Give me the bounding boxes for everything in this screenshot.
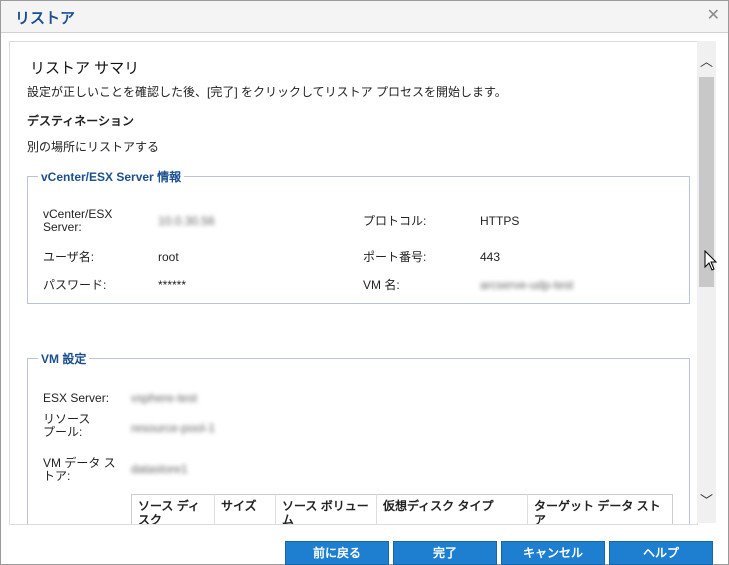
vcenter-server-label: vCenter/ESX Server: xyxy=(43,207,113,234)
finish-button[interactable]: 完了 xyxy=(393,541,497,565)
vcenter-group: vCenter/ESX Server 情報 vCenter/ESX Server… xyxy=(27,168,690,304)
vcenter-legend: vCenter/ESX Server 情報 xyxy=(41,170,182,184)
scroll-up-icon[interactable]: ︿ xyxy=(697,51,716,73)
back-button[interactable]: 前に戻る xyxy=(285,541,389,565)
username-label: ユーザ名: xyxy=(43,250,95,264)
col-source-disk[interactable]: ソース ディスク xyxy=(131,494,215,524)
resource-pool-label: リソース プール: xyxy=(43,412,91,439)
vm-settings-group: VM 設定 ESX Server: vsphere-test リソース プール:… xyxy=(27,350,690,524)
restore-dialog: リストア ✕ リストア サマリ 設定が正しいことを確認した後、[完了] をクリッ… xyxy=(0,0,729,565)
vm-name-label: VM 名: xyxy=(363,278,400,292)
password-value: ****** xyxy=(158,278,187,292)
protocol-value: HTTPS xyxy=(480,214,520,228)
title-bar: リストア ✕ xyxy=(1,1,728,33)
vm-datastore-value: datastore1 xyxy=(131,462,188,476)
summary-description: 設定が正しいことを確認した後、[完了] をクリックしてリストア プロセスを開始し… xyxy=(27,85,507,99)
username-value: root xyxy=(158,250,179,264)
disk-table-header: ソース ディスク サイズ ソース ボリューム 仮想ディスク タイプ ターゲット … xyxy=(131,494,673,524)
button-bar: 前に戻る 完了 キャンセル ヘルプ xyxy=(1,533,728,565)
port-label: ポート番号: xyxy=(363,250,427,264)
destination-value: 別の場所にリストアする xyxy=(27,140,160,154)
destination-heading: デスティネーション xyxy=(27,114,135,128)
vcenter-server-value: 10.0.30.56 xyxy=(158,214,215,228)
col-source-volume[interactable]: ソース ボリューム xyxy=(275,494,377,524)
vm-name-value: arcserve-udp-test xyxy=(480,278,574,292)
esx-server-label: ESX Server: xyxy=(43,391,110,405)
vm-datastore-label: VM データ ストア: xyxy=(43,456,116,483)
mouse-pointer-icon xyxy=(704,250,718,271)
scroll-down-icon[interactable]: ﹀ xyxy=(697,490,716,512)
summary-panel[interactable]: リストア サマリ 設定が正しいことを確認した後、[完了] をクリックしてリストア… xyxy=(9,41,698,525)
dialog-title: リストア xyxy=(15,10,76,27)
cancel-button[interactable]: キャンセル xyxy=(501,541,605,565)
close-icon[interactable]: ✕ xyxy=(707,5,720,25)
vm-settings-legend: VM 設定 xyxy=(41,352,87,366)
resource-pool-value: resource-pool-1 xyxy=(131,421,216,435)
col-target-datastore[interactable]: ターゲット データ ストア xyxy=(528,495,673,524)
col-size[interactable]: サイズ xyxy=(214,494,276,524)
summary-heading: リストア サマリ xyxy=(30,60,140,77)
port-value: 443 xyxy=(480,250,501,264)
col-virtual-disk-type[interactable]: 仮想ディスク タイプ xyxy=(376,494,528,524)
esx-server-value: vsphere-test xyxy=(131,391,198,405)
vertical-scrollbar[interactable]: ︿ ﹀ xyxy=(697,41,716,523)
password-label: パスワード: xyxy=(43,278,107,292)
protocol-label: プロトコル: xyxy=(363,214,427,228)
disk-table: ソース ディスク サイズ ソース ボリューム 仮想ディスク タイプ ターゲット … xyxy=(131,494,673,524)
help-button[interactable]: ヘルプ xyxy=(609,541,713,565)
